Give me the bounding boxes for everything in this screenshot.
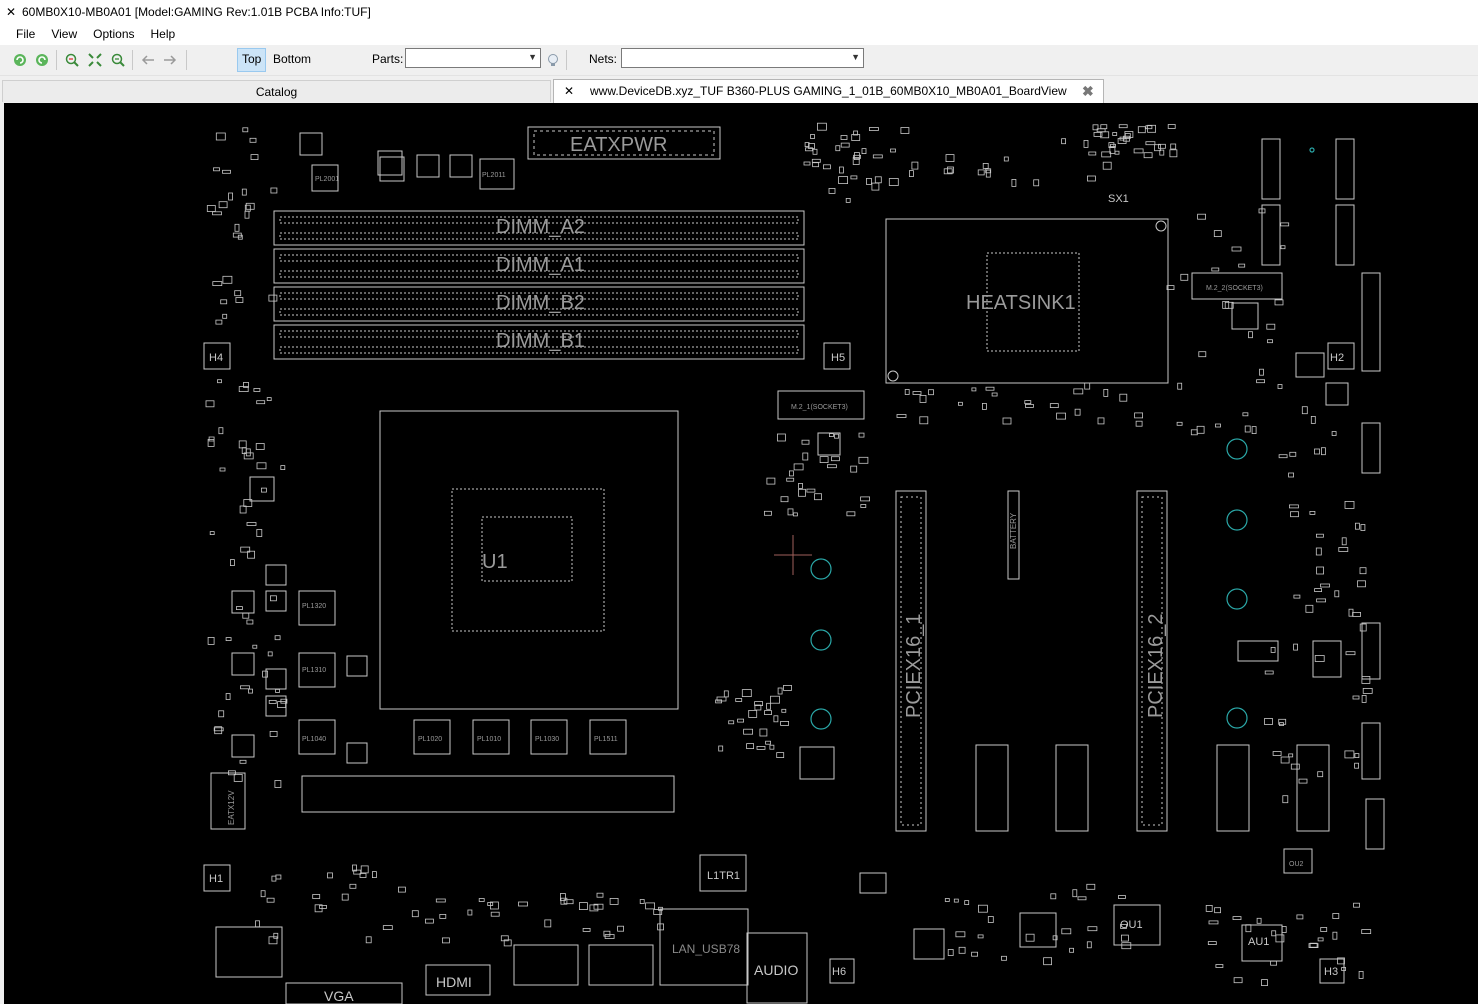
menu-options[interactable]: Options <box>85 23 142 45</box>
tab-boardview[interactable]: ✕ www.DeviceDB.xyz_TUF B360-PLUS GAMING_… <box>553 79 1104 103</box>
label-pl1511: PL1511 <box>594 736 618 743</box>
label-lan-usb: LAN_USB78 <box>672 942 740 956</box>
toolbar-separator <box>566 50 567 70</box>
close-tab-icon[interactable]: ✖ <box>1082 80 1094 102</box>
arrow-forward-icon[interactable] <box>160 51 180 69</box>
label-h6: H6 <box>832 966 846 978</box>
label-battery: BATTERY <box>1009 512 1018 549</box>
label-pciex16-2: PCIEX16_2 <box>1145 613 1167 718</box>
label-h2: H2 <box>1330 352 1344 364</box>
zoom-in-icon[interactable] <box>62 51 82 69</box>
app-icon: ✕ <box>5 4 17 19</box>
label-heatsink: HEATSINK1 <box>966 292 1076 314</box>
rotate-right-icon[interactable] <box>32 51 52 69</box>
boardview-icon: ✕ <box>564 84 575 98</box>
label-dimm-b2: DIMM_B2 <box>496 292 585 314</box>
tab-catalog-label: Catalog <box>255 85 298 99</box>
arrow-back-icon[interactable] <box>138 51 158 69</box>
toolbar-separator <box>56 50 57 70</box>
window-title: 60MB0X10-MB0A01 [Model:GAMING Rev:1.01B … <box>22 4 371 19</box>
lightbulb-icon[interactable] <box>543 51 563 69</box>
parts-dropdown[interactable]: ▼ <box>405 48 541 68</box>
label-dimm-b1: DIMM_B1 <box>496 330 585 352</box>
top-side-button[interactable]: Top <box>237 48 267 72</box>
label-pl1010: PL1010 <box>477 736 501 743</box>
nets-dropdown[interactable]: ▼ <box>621 48 864 68</box>
label-pl1030: PL1030 <box>535 736 559 743</box>
parts-label: Parts: <box>372 52 404 66</box>
label-au1: AU1 <box>1248 936 1269 948</box>
label-l1tr1: L1TR1 <box>707 870 740 882</box>
label-pciex16-1: PCIEX16_1 <box>903 613 925 718</box>
menu-help[interactable]: Help <box>143 23 184 45</box>
toolbar: Top Bottom Parts: ▼ Nets: ▼ <box>0 45 1478 76</box>
label-h3: H3 <box>1324 966 1338 978</box>
chevron-down-icon: ▼ <box>528 52 537 62</box>
label-dimm-a1: DIMM_A1 <box>496 254 585 276</box>
label-vga: VGA <box>324 988 354 1004</box>
label-u1: U1 <box>482 551 508 573</box>
nets-label: Nets: <box>589 52 618 66</box>
title-bar: ✕ 60MB0X10-MB0A01 [Model:GAMING Rev:1.01… <box>0 0 1478 23</box>
label-pl1320: PL1320 <box>302 603 326 610</box>
label-pl1040: PL1040 <box>302 736 326 743</box>
label-h1: H1 <box>209 873 223 885</box>
toolbar-separator <box>132 50 133 70</box>
label-ou1: OU1 <box>1120 919 1143 931</box>
label-h4: H4 <box>209 352 223 364</box>
label-eatxpwr: EATXPWR <box>570 134 667 156</box>
tab-strip: Catalog ✕ www.DeviceDB.xyz_TUF B360-PLUS… <box>0 79 1478 103</box>
menu-bar: File View Options Help <box>0 23 1478 45</box>
label-h5: H5 <box>831 352 845 364</box>
label-hdmi: HDMI <box>436 974 472 990</box>
menu-view[interactable]: View <box>43 23 85 45</box>
label-pl2001: PL2001 <box>315 176 339 183</box>
label-pl2011: PL2011 <box>482 172 506 179</box>
label-audio: AUDIO <box>754 962 798 978</box>
label-pl1310: PL1310 <box>302 667 326 674</box>
rotate-left-icon[interactable] <box>10 51 30 69</box>
board-canvas[interactable]: EATXPWR DIMM_A2 DIMM_A1 DIMM_B2 DIMM_B1 … <box>4 103 1478 1004</box>
label-m2-1: M.2_1(SOCKET3) <box>791 404 848 411</box>
label-sx1: SX1 <box>1108 193 1129 205</box>
label-pl1020: PL1020 <box>418 736 442 743</box>
label-eatx12v: EATX12V <box>227 790 236 825</box>
zoom-out-icon[interactable] <box>108 51 128 69</box>
menu-file[interactable]: File <box>8 23 43 45</box>
zoom-fit-icon[interactable] <box>85 51 105 69</box>
label-dimm-a2: DIMM_A2 <box>496 216 585 238</box>
chevron-down-icon: ▼ <box>851 52 860 62</box>
bottom-side-button[interactable]: Bottom <box>269 48 315 70</box>
tab-catalog[interactable]: Catalog <box>2 80 551 102</box>
tab-boardview-label: www.DeviceDB.xyz_TUF B360-PLUS GAMING_1_… <box>590 84 1067 98</box>
label-ou2: OU2 <box>1289 861 1304 868</box>
label-m2-2: M.2_2(SOCKET3) <box>1206 285 1263 292</box>
toolbar-separator <box>186 50 187 70</box>
